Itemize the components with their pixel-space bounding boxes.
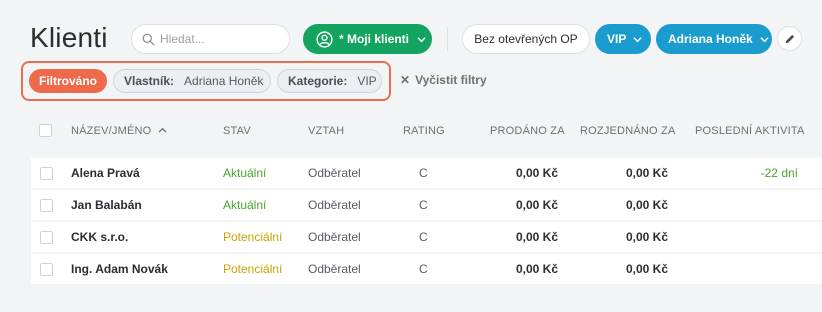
negotiated-amount-cell: 0,00 Kč (625, 198, 668, 212)
owner-filter-chip[interactable]: Vlastník: Adriana Honěk (113, 69, 271, 93)
status-cell: Aktuální (223, 166, 267, 180)
pencil-icon (785, 34, 794, 43)
my-clients-filter-button[interactable]: * Moji klienti (303, 24, 432, 54)
user-circle-icon (316, 30, 333, 48)
no-open-deals-label: Bez otevřených OP (474, 32, 578, 46)
chevron-down-icon (760, 36, 769, 42)
sold-amount-cell: 0,00 Kč (515, 198, 558, 212)
row-checkbox[interactable] (40, 199, 53, 212)
client-name-link[interactable]: CKK s.r.o. (71, 230, 128, 244)
clear-filters-label: Vyčistit filtry (415, 73, 487, 87)
table-row[interactable]: CKK s.r.o. Potenciální Odběratel C 0,00 Kč 0,… (31, 222, 822, 252)
no-open-deals-filter-button[interactable]: Bez otevřených OP (462, 24, 590, 54)
sold-amount-cell: 0,00 Kč (515, 166, 558, 180)
last-activity-cell: -22 dní (760, 166, 798, 180)
owner-filter-key: Vlastník: (124, 74, 175, 88)
negotiated-amount-cell: 0,00 Kč (625, 166, 668, 180)
column-header-negotiated[interactable]: ROZJEDNÁNO ZA (580, 125, 676, 137)
column-header-relation[interactable]: VZTAH (308, 125, 344, 137)
column-header-last-activity[interactable]: POSLEDNÍ AKTIVITA (695, 125, 805, 137)
owner-filter-button[interactable]: Adriana Honěk (656, 24, 772, 54)
client-name-link[interactable]: Jan Balabán (71, 198, 142, 212)
sold-amount-cell: 0,00 Kč (515, 230, 558, 244)
sort-ascending-icon (158, 127, 166, 133)
category-filter-chip[interactable]: Kategorie: VIP (277, 69, 382, 93)
edit-filters-button[interactable] (777, 26, 802, 51)
rating-cell: C (419, 166, 428, 180)
column-header-rating[interactable]: RATING (403, 125, 445, 137)
row-checkbox[interactable] (40, 263, 53, 276)
close-icon: ✕ (400, 73, 411, 87)
row-checkbox[interactable] (40, 167, 53, 180)
rating-cell: C (419, 262, 428, 276)
sold-amount-cell: 0,00 Kč (515, 262, 558, 276)
search-icon (142, 33, 155, 45)
row-checkbox[interactable] (40, 231, 53, 244)
column-header-sold[interactable]: PRODÁNO ZA (490, 125, 565, 137)
table-row[interactable]: Jan Balabán Aktuální Odběratel C 0,00 Kč 0,00… (31, 190, 822, 220)
search-input[interactable] (160, 32, 280, 46)
owner-filter-value: Adriana Honěk (184, 74, 264, 88)
category-filter-value: VIP (357, 74, 377, 88)
rating-cell: C (419, 230, 428, 244)
status-cell: Potenciální (223, 230, 283, 244)
relation-cell: Odběratel (308, 166, 361, 180)
page-title: Klienti (30, 22, 108, 53)
chevron-down-icon (633, 36, 642, 42)
table-row[interactable]: Ing. Adam Novák Potenciální Odběratel C 0,00… (31, 254, 822, 284)
column-header-name[interactable]: NÁZEV/JMÉNO (71, 125, 167, 137)
owner-label: Adriana Honěk (668, 32, 753, 46)
filtered-badge[interactable]: Filtrováno (29, 69, 107, 93)
client-name-link[interactable]: Alena Pravá (71, 166, 140, 180)
vip-filter-button[interactable]: VIP (595, 24, 651, 54)
relation-cell: Odběratel (308, 262, 361, 276)
column-header-status[interactable]: STAV (223, 125, 251, 137)
relation-cell: Odběratel (308, 198, 361, 212)
negotiated-amount-cell: 0,00 Kč (625, 262, 668, 276)
rating-cell: C (419, 198, 428, 212)
negotiated-amount-cell: 0,00 Kč (625, 230, 668, 244)
chevron-down-icon (417, 36, 426, 42)
status-cell: Aktuální (223, 198, 267, 212)
toolbar-divider (447, 27, 448, 51)
select-all-checkbox[interactable] (39, 124, 52, 137)
table-row[interactable]: Alena Pravá Aktuální Odběratel C 0,00 Kč 0,00… (31, 158, 822, 188)
status-cell: Potenciální (223, 262, 283, 276)
my-clients-label: * Moji klienti (339, 32, 410, 46)
column-header-name-label: NÁZEV/JMÉNO (71, 125, 152, 137)
search-box[interactable] (131, 24, 290, 54)
relation-cell: Odběratel (308, 230, 361, 244)
client-name-link[interactable]: Ing. Adam Novák (71, 262, 168, 276)
vip-label: VIP (607, 32, 627, 46)
clear-filters-button[interactable]: ✕ Vyčistit filtry (400, 73, 487, 87)
category-filter-key: Kategorie: (288, 74, 348, 88)
